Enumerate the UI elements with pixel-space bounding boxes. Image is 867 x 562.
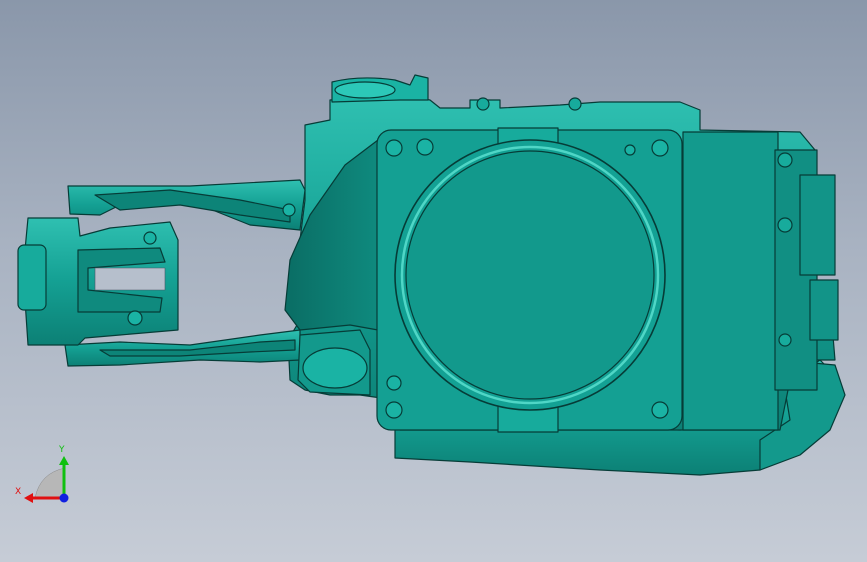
plate-hole-tl bbox=[385, 139, 403, 157]
robot-arm-model[interactable] bbox=[0, 0, 867, 562]
wrist-bolt-2 bbox=[143, 231, 157, 245]
wrist-cap bbox=[17, 244, 47, 311]
x-axis-label: X bbox=[15, 487, 21, 497]
plate-hole-bl bbox=[386, 375, 402, 391]
side-bolt-1 bbox=[777, 152, 793, 168]
triad-base-arc bbox=[34, 467, 66, 499]
plate-hole-br bbox=[651, 401, 669, 419]
y-axis-label: Y bbox=[58, 445, 65, 455]
model-shapes bbox=[17, 74, 846, 476]
top-bolt-1 bbox=[476, 97, 490, 111]
right-small-block-1 bbox=[799, 174, 836, 276]
plate-hole-bl2 bbox=[385, 401, 403, 419]
top-cap-ellipse bbox=[334, 81, 396, 99]
axis-triad: X Y bbox=[15, 445, 69, 503]
plate-hole-tr2 bbox=[624, 144, 636, 156]
wrist-fork-slot bbox=[94, 267, 166, 291]
z-axis-dot bbox=[59, 493, 69, 503]
arm-bolt-1 bbox=[282, 203, 296, 217]
wrist-bolt-1 bbox=[127, 310, 143, 326]
flange-inner bbox=[405, 150, 655, 400]
side-bolt-3 bbox=[778, 333, 792, 347]
lower-joint-cap bbox=[302, 347, 368, 389]
side-bolt-2 bbox=[777, 217, 793, 233]
plate-hole-tr bbox=[651, 139, 669, 157]
cad-viewport[interactable]: X Y bbox=[0, 0, 867, 562]
top-bolt-2 bbox=[568, 97, 582, 111]
y-axis-arrow bbox=[59, 456, 69, 465]
x-axis-arrow bbox=[24, 493, 33, 503]
right-small-block-2 bbox=[809, 279, 839, 341]
right-side-block bbox=[682, 131, 779, 431]
plate-hole-tl2 bbox=[416, 138, 434, 156]
